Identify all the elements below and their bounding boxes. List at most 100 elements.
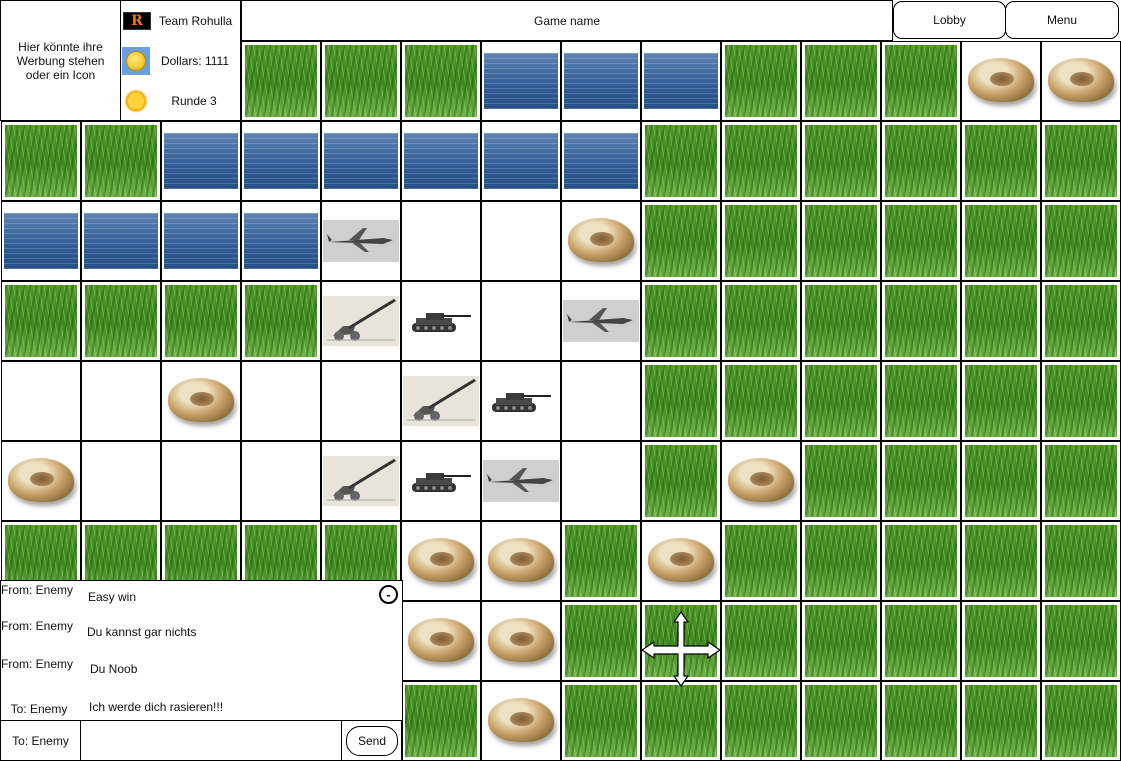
board-cell[interactable]: [721, 601, 801, 681]
board-cell[interactable]: [161, 121, 241, 201]
board-cell[interactable]: [801, 201, 881, 281]
board-cell[interactable]: [401, 201, 481, 281]
board-cell[interactable]: [1041, 361, 1121, 441]
board-cell[interactable]: [481, 681, 561, 761]
board-cell[interactable]: [801, 521, 881, 601]
chat-recipient[interactable]: To: Enemy: [0, 720, 81, 761]
board-cell[interactable]: [1041, 521, 1121, 601]
board-cell[interactable]: [481, 41, 561, 121]
board-cell[interactable]: [801, 441, 881, 521]
chat-minimize-button[interactable]: -: [379, 585, 398, 604]
board-cell[interactable]: [881, 441, 961, 521]
board-cell[interactable]: [241, 201, 321, 281]
board-cell[interactable]: [721, 441, 801, 521]
board-cell[interactable]: [241, 121, 321, 201]
board-cell[interactable]: [81, 121, 161, 201]
board-cell[interactable]: [881, 201, 961, 281]
board-cell[interactable]: [321, 121, 401, 201]
board-cell[interactable]: [961, 201, 1041, 281]
send-button[interactable]: Send: [346, 725, 398, 756]
board-cell[interactable]: [1041, 201, 1121, 281]
board-cell[interactable]: [641, 361, 721, 441]
board-cell[interactable]: [881, 601, 961, 681]
board-cell[interactable]: [641, 121, 721, 201]
board-cell[interactable]: [961, 281, 1041, 361]
chat-message-input[interactable]: [80, 720, 342, 761]
board-cell[interactable]: [81, 201, 161, 281]
board-cell[interactable]: [481, 201, 561, 281]
board-cell[interactable]: [481, 441, 561, 521]
board-cell[interactable]: [161, 441, 241, 521]
board-cell[interactable]: [81, 361, 161, 441]
board-cell[interactable]: [881, 281, 961, 361]
menu-button[interactable]: Menu: [1005, 1, 1119, 39]
board-cell[interactable]: [641, 681, 721, 761]
board-cell[interactable]: [561, 41, 641, 121]
board-cell[interactable]: [1, 361, 81, 441]
board-cell[interactable]: [881, 521, 961, 601]
board-cell[interactable]: [961, 41, 1041, 121]
board-cell[interactable]: [401, 121, 481, 201]
board-cell[interactable]: [481, 521, 561, 601]
board-cell[interactable]: [801, 41, 881, 121]
board-cell[interactable]: [401, 521, 481, 601]
board-cell[interactable]: [1, 201, 81, 281]
board-cell[interactable]: [881, 41, 961, 121]
board-cell[interactable]: [961, 361, 1041, 441]
board-cell[interactable]: [401, 41, 481, 121]
board-cell[interactable]: [641, 521, 721, 601]
board-cell[interactable]: [481, 281, 561, 361]
board-cell[interactable]: [401, 441, 481, 521]
board-cell[interactable]: [961, 601, 1041, 681]
board-cell[interactable]: [1, 281, 81, 361]
board-cell[interactable]: [561, 601, 641, 681]
board-cell[interactable]: [481, 121, 561, 201]
board-cell[interactable]: [641, 281, 721, 361]
board-cell[interactable]: [1041, 601, 1121, 681]
board-cell[interactable]: [561, 281, 641, 361]
board-cell[interactable]: [1041, 41, 1121, 121]
board-cell[interactable]: [641, 41, 721, 121]
board-cell[interactable]: [561, 441, 641, 521]
board-cell[interactable]: [241, 41, 321, 121]
board-cell[interactable]: [561, 361, 641, 441]
board-cell[interactable]: [1041, 441, 1121, 521]
board-cell[interactable]: [721, 41, 801, 121]
board-cell[interactable]: [561, 121, 641, 201]
board-cell[interactable]: [1041, 281, 1121, 361]
board-cell[interactable]: [721, 281, 801, 361]
board-cell[interactable]: [241, 281, 321, 361]
board-cell[interactable]: [321, 281, 401, 361]
board-cell[interactable]: [1, 441, 81, 521]
board-cell[interactable]: [961, 521, 1041, 601]
board-cell[interactable]: [321, 361, 401, 441]
board-cell[interactable]: [641, 201, 721, 281]
board-cell[interactable]: [241, 361, 321, 441]
board-cell[interactable]: [401, 361, 481, 441]
board-cell[interactable]: [801, 601, 881, 681]
board-cell[interactable]: [561, 521, 641, 601]
board-cell[interactable]: [881, 121, 961, 201]
board-cell[interactable]: [881, 361, 961, 441]
move-arrows-icon[interactable]: [640, 610, 722, 688]
board-cell[interactable]: [481, 601, 561, 681]
board-cell[interactable]: [401, 681, 481, 761]
board-cell[interactable]: [1041, 121, 1121, 201]
board-cell[interactable]: [801, 681, 881, 761]
board-cell[interactable]: [1041, 681, 1121, 761]
board-cell[interactable]: [801, 281, 881, 361]
board-cell[interactable]: [801, 121, 881, 201]
board-cell[interactable]: [1, 121, 81, 201]
board-cell[interactable]: [321, 441, 401, 521]
board-cell[interactable]: [801, 361, 881, 441]
board-cell[interactable]: [321, 201, 401, 281]
board-cell[interactable]: [161, 201, 241, 281]
board-cell[interactable]: [721, 681, 801, 761]
board-cell[interactable]: [561, 681, 641, 761]
board-cell[interactable]: [721, 121, 801, 201]
board-cell[interactable]: [961, 681, 1041, 761]
board-cell[interactable]: [721, 361, 801, 441]
board-cell[interactable]: [961, 121, 1041, 201]
board-cell[interactable]: [481, 361, 561, 441]
board-cell[interactable]: [641, 441, 721, 521]
